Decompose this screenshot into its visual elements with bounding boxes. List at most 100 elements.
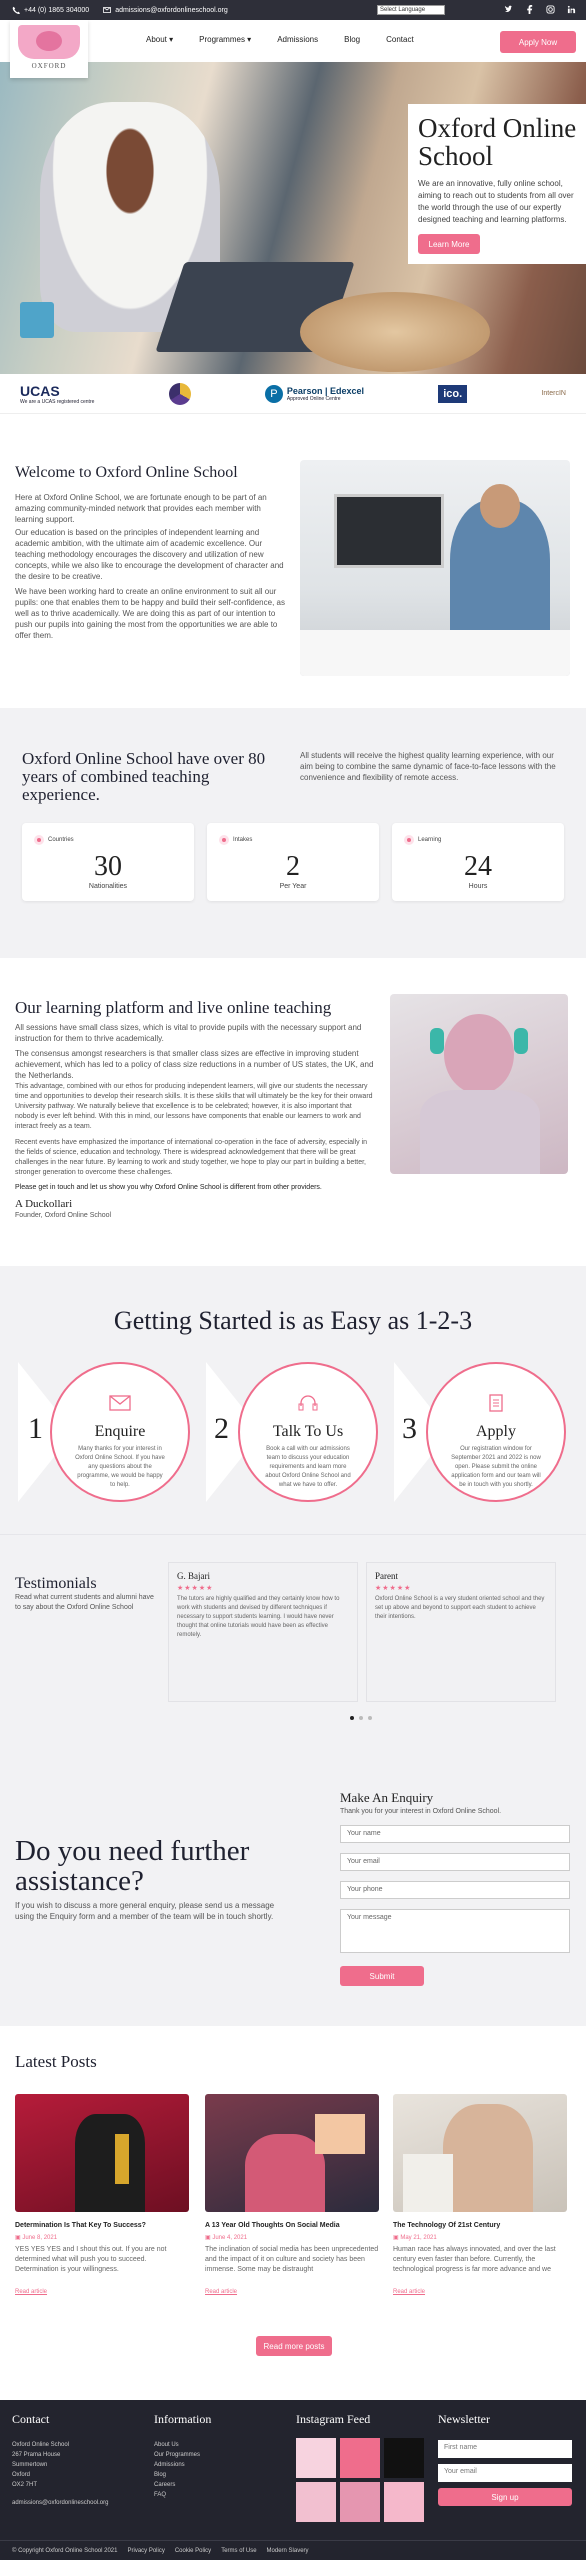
footer-link[interactable]: Careers	[154, 2480, 200, 2490]
learn-more-button[interactable]: Learn More	[418, 234, 480, 254]
school-logo[interactable]: OXFORD	[10, 20, 88, 78]
modern-slavery-link[interactable]: Modern Slavery	[267, 2548, 309, 2554]
crest-icon	[18, 25, 80, 59]
rating-stars-icon: ★★★★★	[375, 1585, 412, 1592]
testimonials-title: Testimonials	[15, 1575, 97, 1592]
post-card[interactable]: A 13 Year Old Thoughts On Social Media ▣…	[205, 2094, 379, 2295]
footer-contact-title: Contact	[12, 2412, 50, 2426]
post-excerpt: The inclination of social media has been…	[205, 2246, 379, 2273]
post-excerpt: Human race has always innovated, and ove…	[393, 2246, 556, 2273]
nav-blog[interactable]: Blog	[344, 35, 360, 44]
twitter-icon[interactable]	[504, 5, 513, 14]
read-article-link[interactable]: Read article	[205, 2289, 379, 2295]
testimonial-quote: Oxford Online School is a very student o…	[375, 1596, 545, 1620]
latest-posts-title: Latest Posts	[15, 2052, 97, 2071]
welcome-p2: Our education is based on the principles…	[15, 528, 284, 581]
carousel-dots	[350, 1716, 372, 1720]
post-image	[205, 2094, 379, 2212]
submit-button[interactable]: Submit	[340, 1966, 424, 1986]
post-title[interactable]: A 13 Year Old Thoughts On Social Media	[205, 2222, 379, 2229]
enquiry-form-title: Make An Enquiry	[340, 1790, 434, 1805]
hero-text: We are an innovative, fully online schoo…	[418, 179, 574, 224]
testimonial-quote: The tutors are highly qualified and they…	[177, 1596, 340, 1638]
platform-p5: Please get in touch and let us show you …	[15, 1184, 322, 1191]
footer-link[interactable]: Our Programmes	[154, 2450, 200, 2460]
newsletter-first-name-input[interactable]: First name	[438, 2440, 572, 2458]
footer-instagram-title: Instagram Feed	[296, 2412, 371, 2426]
headset-icon	[298, 1395, 318, 1411]
post-card[interactable]: Determination Is That Key To Success? ▣ …	[15, 2094, 189, 2295]
instagram-post[interactable]	[340, 2438, 380, 2478]
phone-input[interactable]: Your phone	[340, 1881, 570, 1899]
testimonial-author: Parent	[375, 1571, 398, 1581]
hero-dog-image	[300, 292, 490, 372]
instagram-post[interactable]	[296, 2438, 336, 2478]
nav-about[interactable]: About ▾	[146, 35, 173, 44]
globe-icon	[34, 835, 44, 845]
instagram-icon[interactable]	[546, 5, 555, 14]
newsletter-signup-button[interactable]: Sign up	[438, 2488, 572, 2506]
pearson-logo-icon: P	[264, 384, 283, 403]
platform-p3: This advantage, combined with our ethos …	[15, 1083, 373, 1130]
footer-bottom-bar: © Copyright Oxford Online School 2021 Pr…	[0, 2540, 586, 2560]
carousel-dot[interactable]	[359, 1716, 363, 1720]
email-link[interactable]: admissions@oxfordonlineschool.org	[103, 6, 228, 14]
read-article-link[interactable]: Read article	[15, 2289, 189, 2295]
enquiry-form-text: Thank you for your interest in Oxford On…	[340, 1808, 502, 1815]
phone-icon	[12, 6, 20, 14]
clock-icon	[404, 835, 414, 845]
footer-link[interactable]: Blog	[154, 2470, 200, 2480]
footer-email-link[interactable]: admissions@oxfordonlineschool.org	[12, 2498, 108, 2508]
step-apply: Apply Our registration window for Septem…	[426, 1362, 566, 1502]
footer-link[interactable]: FAQ	[154, 2490, 200, 2500]
email-input[interactable]: Your email	[340, 1853, 570, 1871]
testimonial-card: Parent ★★★★★ Oxford Online School is a v…	[366, 1562, 556, 1702]
post-title[interactable]: The Technology Of 21st Century	[393, 2222, 567, 2229]
message-input[interactable]: Your message	[340, 1909, 570, 1953]
enquiry-text: If you wish to discuss a more general en…	[15, 1901, 275, 1921]
footer: Contact Oxford Online School 267 Prama Ho…	[0, 2400, 586, 2560]
nav-admissions[interactable]: Admissions	[277, 35, 318, 44]
step-talk: Talk To Us Book a call with our admissio…	[238, 1362, 378, 1502]
linkedin-icon[interactable]	[567, 5, 576, 14]
read-more-posts-button[interactable]: Read more posts	[256, 2336, 332, 2356]
footer-link[interactable]: Admissions	[154, 2460, 200, 2470]
instagram-post[interactable]	[296, 2482, 336, 2522]
instagram-post[interactable]	[340, 2482, 380, 2522]
post-date: ▣ May 21, 2021	[393, 2235, 437, 2241]
calendar-icon	[219, 835, 229, 845]
read-article-link[interactable]: Read article	[393, 2289, 567, 2295]
welcome-p3: We have been working hard to create an o…	[15, 587, 285, 640]
copyright-text: © Copyright Oxford Online School 2021	[12, 2547, 118, 2554]
testimonials-text: Read what current students and alumni ha…	[15, 1594, 154, 1611]
instagram-post[interactable]	[384, 2438, 424, 2478]
testimonial-card: G. Bajari ★★★★★ The tutors are highly qu…	[168, 1562, 358, 1702]
post-date: ▣ June 8, 2021	[15, 2235, 58, 2241]
carousel-dot[interactable]	[368, 1716, 372, 1720]
post-card[interactable]: The Technology Of 21st Century ▣ May 21,…	[393, 2094, 567, 2295]
intercin-badge: IntercIN	[541, 390, 566, 397]
carousel-dot[interactable]	[350, 1716, 354, 1720]
platform-p4: Recent events have emphasized the import…	[15, 1139, 368, 1176]
language-select[interactable]: Select Language	[377, 5, 445, 15]
logo-text: OXFORD	[31, 62, 67, 70]
apply-now-button[interactable]: Apply Now	[500, 31, 576, 53]
name-input[interactable]: Your name	[340, 1825, 570, 1843]
footer-link[interactable]: About Us	[154, 2440, 200, 2450]
step-1-number: 1	[28, 1412, 43, 1445]
privacy-policy-link[interactable]: Privacy Policy	[127, 2548, 164, 2554]
newsletter-email-input[interactable]: Your email	[438, 2464, 572, 2482]
welcome-section: Welcome to Oxford Online School Here at …	[0, 414, 586, 708]
phone-link[interactable]: +44 (0) 1865 304000	[12, 6, 89, 14]
bsa-logo-icon	[168, 382, 191, 405]
post-title[interactable]: Determination Is That Key To Success?	[15, 2222, 189, 2229]
terms-of-use-link[interactable]: Terms of Use	[221, 2548, 256, 2554]
nav-programmes[interactable]: Programmes ▾	[199, 35, 251, 44]
post-date: ▣ June 4, 2021	[205, 2235, 248, 2241]
facebook-icon[interactable]	[525, 5, 534, 14]
cookie-policy-link[interactable]: Cookie Policy	[175, 2548, 211, 2554]
nav-contact[interactable]: Contact	[386, 35, 414, 44]
instagram-post[interactable]	[384, 2482, 424, 2522]
hero-card: Oxford Online School We are an innovativ…	[408, 104, 586, 264]
footer-info-links: About Us Our Programmes Admissions Blog …	[154, 2440, 200, 2500]
